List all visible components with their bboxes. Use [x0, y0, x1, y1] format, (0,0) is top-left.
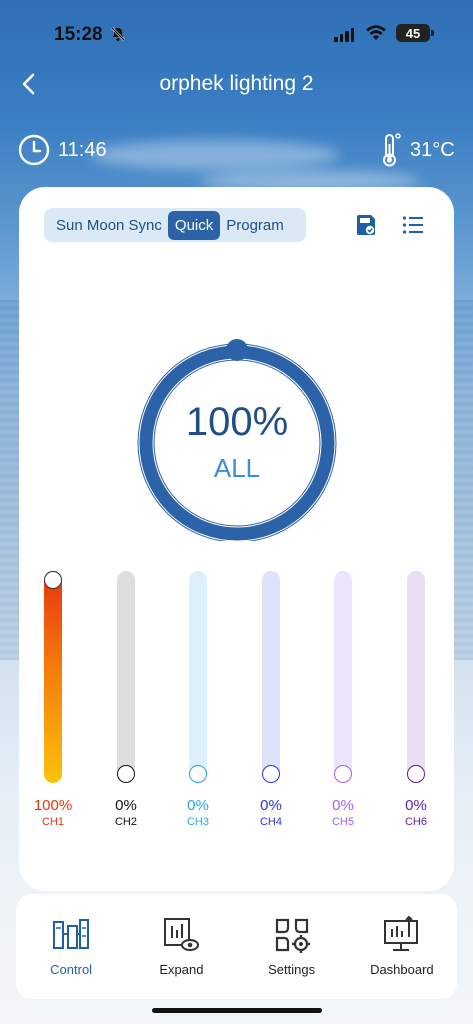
slider-knob-ch6[interactable] — [407, 765, 425, 783]
nav-label: Settings — [268, 962, 316, 977]
slider-knob-ch1[interactable] — [44, 571, 62, 589]
home-indicator — [152, 1008, 322, 1013]
channel-label: CH6 — [404, 816, 427, 828]
device-time: 11:46 — [58, 139, 107, 161]
slider-knob-ch5[interactable] — [334, 765, 352, 783]
mode-tab-bar: Sun Moon Sync Quick Program — [44, 208, 306, 242]
channel-slider-ch2[interactable] — [117, 571, 135, 783]
clock-icon — [18, 134, 50, 166]
expand-icon — [164, 918, 200, 951]
temperature-value: 31°C — [410, 139, 455, 161]
nav-expand[interactable]: Expand — [126, 894, 236, 999]
nav-dashboard[interactable]: Dashboard — [347, 894, 457, 999]
channel-slider-ch6[interactable] — [407, 571, 425, 783]
cloud-streak — [90, 140, 340, 170]
thermometer-icon — [383, 133, 401, 167]
settings-icon — [275, 918, 310, 953]
channel-label: CH3 — [186, 816, 209, 828]
nav-label: Expand — [159, 962, 204, 977]
slider-knob-ch2[interactable] — [117, 765, 135, 783]
dial-value: 100% — [185, 400, 289, 444]
tab-sun-moon-sync[interactable]: Sun Moon Sync — [48, 211, 168, 240]
battery-icon: 45 — [396, 24, 434, 42]
channel-label: CH1 — [41, 816, 64, 828]
tab-quick[interactable]: Quick — [167, 210, 221, 240]
dashboard-icon — [383, 916, 418, 951]
nav-settings[interactable]: Settings — [237, 894, 347, 999]
channel-percent: 0% — [405, 797, 427, 814]
channel-label: CH2 — [114, 816, 137, 828]
channel-slider-ch4[interactable] — [262, 571, 280, 783]
channel-percent: 0% — [115, 797, 137, 814]
list-icon[interactable] — [402, 215, 424, 235]
channel-percent: 0% — [260, 797, 282, 814]
bell-muted-icon — [111, 27, 125, 41]
signal-icon — [334, 26, 354, 42]
slider-knob-ch3[interactable] — [189, 765, 207, 783]
channel-slider-ch5[interactable] — [334, 571, 352, 783]
bottom-nav: Control Expand Settings Dashboard — [16, 894, 457, 999]
status-time: 15:28 — [54, 24, 103, 45]
control-card: Sun Moon Sync Quick Program 100% ALL 100… — [19, 187, 454, 891]
tab-program[interactable]: Program — [220, 211, 290, 240]
channel-percent: 0% — [332, 797, 354, 814]
slider-knob-ch4[interactable] — [262, 765, 280, 783]
dial-handle — [226, 339, 248, 361]
nav-control[interactable]: Control — [16, 894, 126, 999]
channel-label: CH5 — [331, 816, 354, 828]
control-icon — [53, 919, 90, 949]
dial-label: ALL — [213, 453, 261, 483]
channel-label: CH4 — [259, 816, 282, 828]
nav-label: Control — [50, 962, 93, 977]
channel-slider-ch3[interactable] — [189, 571, 207, 783]
channel-percent: 100% — [33, 797, 73, 814]
save-icon[interactable] — [355, 213, 377, 237]
wifi-icon — [366, 25, 386, 40]
channel-percent: 0% — [187, 797, 209, 814]
nav-label: Dashboard — [370, 962, 434, 977]
channel-slider-ch1[interactable] — [44, 571, 62, 783]
status-bar: 15:28 45 — [0, 0, 473, 60]
page-title: orphek lighting 2 — [159, 72, 314, 95]
